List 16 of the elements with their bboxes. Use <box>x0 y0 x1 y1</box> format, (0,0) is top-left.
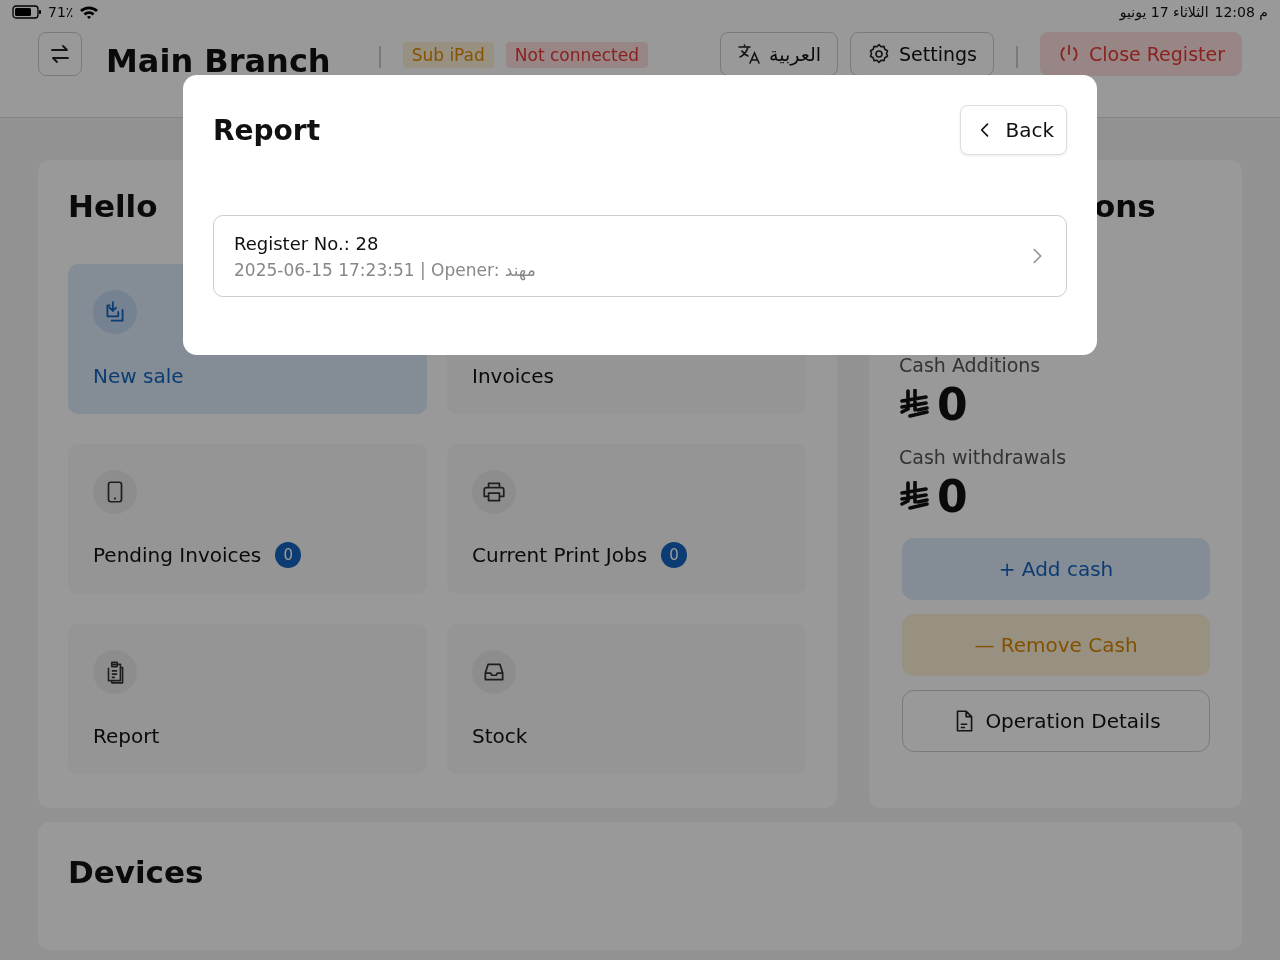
greeting: Hello <box>68 188 159 224</box>
status-time: 12:08 م <box>1214 4 1268 20</box>
status-badge: Not connected <box>505 42 649 68</box>
dialog-title: Report <box>213 113 321 147</box>
status-date: الثلاثاء 17 يونيو <box>1119 4 1209 20</box>
amount: 0 <box>937 378 968 430</box>
count-badge: 0 <box>661 542 688 568</box>
amount: 0 <box>937 470 968 522</box>
panel-heading: ons <box>1094 188 1157 224</box>
battery-level: 71٪ <box>48 4 74 20</box>
devices-title: Devices <box>68 854 205 890</box>
total-label: Cash withdrawals <box>899 446 1068 468</box>
status-badge: Sub iPad <box>402 42 494 68</box>
total-label: Cash Additions <box>899 354 1042 376</box>
branch-title: Main Branch <box>106 42 331 80</box>
count-badge: 0 <box>275 542 302 568</box>
